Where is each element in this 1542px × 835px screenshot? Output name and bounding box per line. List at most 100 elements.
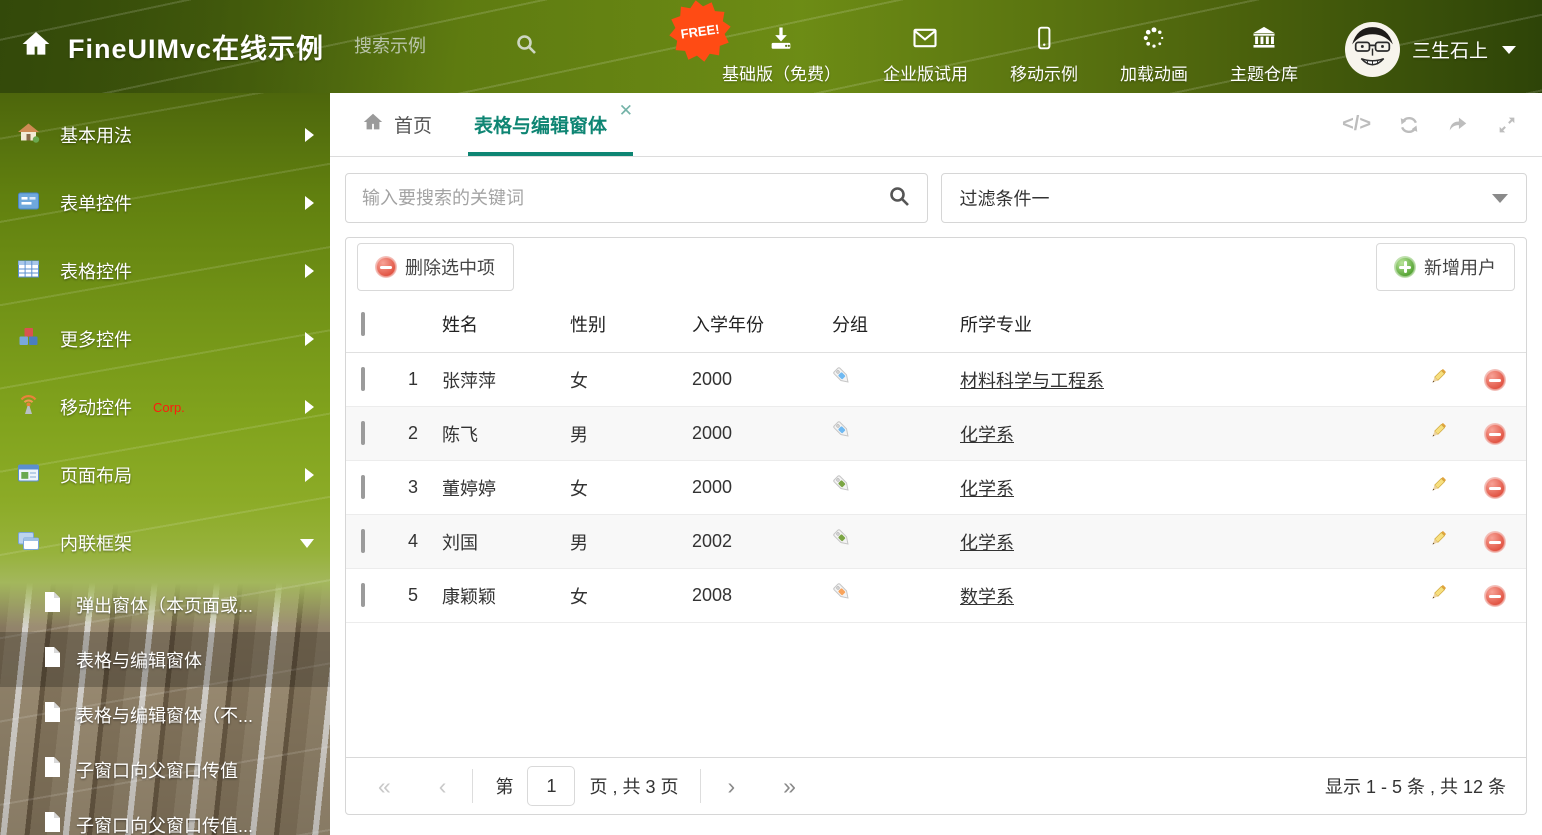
file-icon [42, 701, 62, 728]
tag-icon [832, 529, 854, 554]
spinner-icon [1140, 22, 1168, 52]
nav-label: 主题仓库 [1229, 65, 1298, 84]
chevron-down-icon [1502, 45, 1516, 54]
tab-content: 过滤条件一 删除选中项 新增用户 [330, 157, 1542, 835]
row-checkbox[interactable] [361, 475, 365, 499]
row-checkbox[interactable] [361, 367, 365, 391]
record-summary: 显示 1 - 5 条 , 共 12 条 [1324, 777, 1506, 797]
home-icon[interactable] [20, 28, 52, 65]
sidebar-item-mobile-controls[interactable]: 移动控件 Corp. [0, 373, 330, 441]
chevron-right-icon [305, 400, 314, 414]
sidebar-subitem-grid-edit-window[interactable]: 表格与编辑窗体 [0, 632, 330, 687]
major-link[interactable]: 化学系 [960, 479, 1014, 499]
major-link[interactable]: 材料科学与工程系 [960, 371, 1104, 391]
row-checkbox[interactable] [361, 583, 365, 607]
sidebar-item-page-layout[interactable]: 页面布局 [0, 441, 330, 509]
row-checkbox[interactable] [361, 421, 365, 445]
edit-icon[interactable] [1427, 366, 1449, 393]
corp-badge: Corp. [153, 399, 185, 415]
delete-selected-button[interactable]: 删除选中项 [357, 243, 514, 291]
col-year[interactable]: 入学年份 [684, 296, 824, 353]
chevron-right-icon [305, 196, 314, 210]
header-search [354, 32, 559, 61]
delete-row-icon[interactable] [1485, 424, 1505, 445]
major-link[interactable]: 数学系 [960, 587, 1014, 607]
sidebar-subitem-child-to-parent-2[interactable]: 子窗口向父窗口传值... [0, 797, 330, 835]
close-icon[interactable]: ✕ [619, 102, 633, 119]
grid-panel: 删除选中项 新增用户 姓名 性别 入学年份 分组 所学专业 1 张萍萍 女 20… [345, 237, 1527, 815]
header-search-input[interactable] [354, 36, 515, 57]
sidebar-item-grid-controls[interactable]: 表格控件 [0, 237, 330, 305]
sidebar-item-iframe[interactable]: 内联框架 [0, 509, 330, 577]
row-checkbox[interactable] [361, 529, 365, 553]
page-suffix: 页 , 共 3 页 [589, 777, 679, 797]
col-group[interactable]: 分组 [824, 296, 952, 353]
header-nav: FREE! 基础版（免费） 企业版试用 移动示例 加载动画 主题仓库 三生石上 [701, 8, 1516, 85]
nav-enterprise-trial[interactable]: 企业版试用 [862, 22, 989, 85]
grid-toolbar: 删除选中项 新增用户 [346, 238, 1526, 296]
edit-icon[interactable] [1427, 528, 1449, 555]
share-icon[interactable] [1447, 114, 1469, 136]
app-title: FineUIMvc在线示例 [68, 34, 325, 64]
nav-mobile-demo[interactable]: 移动示例 [989, 22, 1099, 85]
major-link[interactable]: 化学系 [960, 425, 1014, 445]
page-prefix: 第 [495, 777, 514, 797]
last-page-button[interactable]: » [779, 774, 800, 798]
tag-icon [832, 367, 854, 392]
mobile-icon [1031, 22, 1057, 52]
user-menu[interactable]: 三生石上 [1344, 22, 1516, 77]
antenna-icon [16, 393, 41, 422]
tag-icon [832, 421, 854, 446]
chevron-down-icon [300, 538, 314, 548]
edit-icon[interactable] [1427, 420, 1449, 447]
refresh-icon[interactable] [1398, 114, 1420, 136]
expand-icon[interactable] [1496, 114, 1518, 136]
sidebar-item-more-controls[interactable]: 更多控件 [0, 305, 330, 373]
search-icon[interactable] [887, 184, 911, 213]
nav-loading-animation[interactable]: 加载动画 [1099, 22, 1209, 85]
select-all-checkbox[interactable] [361, 311, 365, 336]
source-code-icon[interactable]: </> [1342, 113, 1371, 136]
major-link[interactable]: 化学系 [960, 533, 1014, 553]
nav-label: 移动示例 [1009, 65, 1078, 84]
filter-dropdown[interactable]: 过滤条件一 [940, 173, 1527, 223]
tab-home[interactable]: 首页 [360, 93, 434, 156]
add-user-button[interactable]: 新增用户 [1376, 243, 1515, 291]
next-page-button[interactable]: › [723, 774, 739, 798]
delete-row-icon[interactable] [1485, 478, 1505, 499]
keyword-search-input[interactable] [362, 187, 887, 209]
nav-theme-repo[interactable]: 主题仓库 [1209, 22, 1319, 85]
sidebar-subitem-child-to-parent[interactable]: 子窗口向父窗口传值 [0, 742, 330, 797]
filter-row: 过滤条件一 [345, 173, 1527, 223]
plus-icon [1395, 257, 1415, 277]
username: 三生石上 [1411, 41, 1488, 62]
table-row: 4 刘国 男 2002 化学系 [346, 514, 1526, 569]
tab-grid-edit-window[interactable]: 表格与编辑窗体 ✕ [468, 93, 634, 156]
edit-icon[interactable] [1427, 582, 1449, 609]
chevron-right-icon [305, 128, 314, 142]
delete-row-icon[interactable] [1485, 370, 1505, 391]
search-icon[interactable] [514, 32, 538, 61]
edit-icon[interactable] [1427, 474, 1449, 501]
chevron-right-icon [305, 264, 314, 278]
delete-row-icon[interactable] [1485, 586, 1505, 607]
layout-icon [16, 461, 41, 490]
col-major[interactable]: 所学专业 [952, 296, 1412, 353]
sidebar-item-form-controls[interactable]: 表单控件 [0, 169, 330, 237]
sidebar-subitem-grid-edit-window-2[interactable]: 表格与编辑窗体（不... [0, 687, 330, 742]
nav-label: 加载动画 [1119, 65, 1188, 84]
grid-header-row: 姓名 性别 入学年份 分组 所学专业 [346, 296, 1526, 353]
tab-bar: 首页 表格与编辑窗体 ✕ </> [330, 93, 1542, 157]
first-page-button[interactable]: « [374, 774, 395, 798]
nav-label: 基础版（免费） [721, 65, 841, 84]
page-number-input[interactable] [527, 766, 576, 806]
delete-row-icon[interactable] [1485, 532, 1505, 553]
prev-page-button[interactable]: ‹ [435, 774, 451, 798]
sidebar-subitem-popup-window[interactable]: 弹出窗体（本页面或... [0, 577, 330, 632]
sidebar-item-basic-usage[interactable]: 基本用法 [0, 101, 330, 169]
col-gender[interactable]: 性别 [562, 296, 684, 353]
file-icon [42, 646, 62, 673]
chevron-down-icon [1492, 193, 1508, 203]
tag-icon [832, 583, 854, 608]
col-name[interactable]: 姓名 [434, 296, 562, 353]
